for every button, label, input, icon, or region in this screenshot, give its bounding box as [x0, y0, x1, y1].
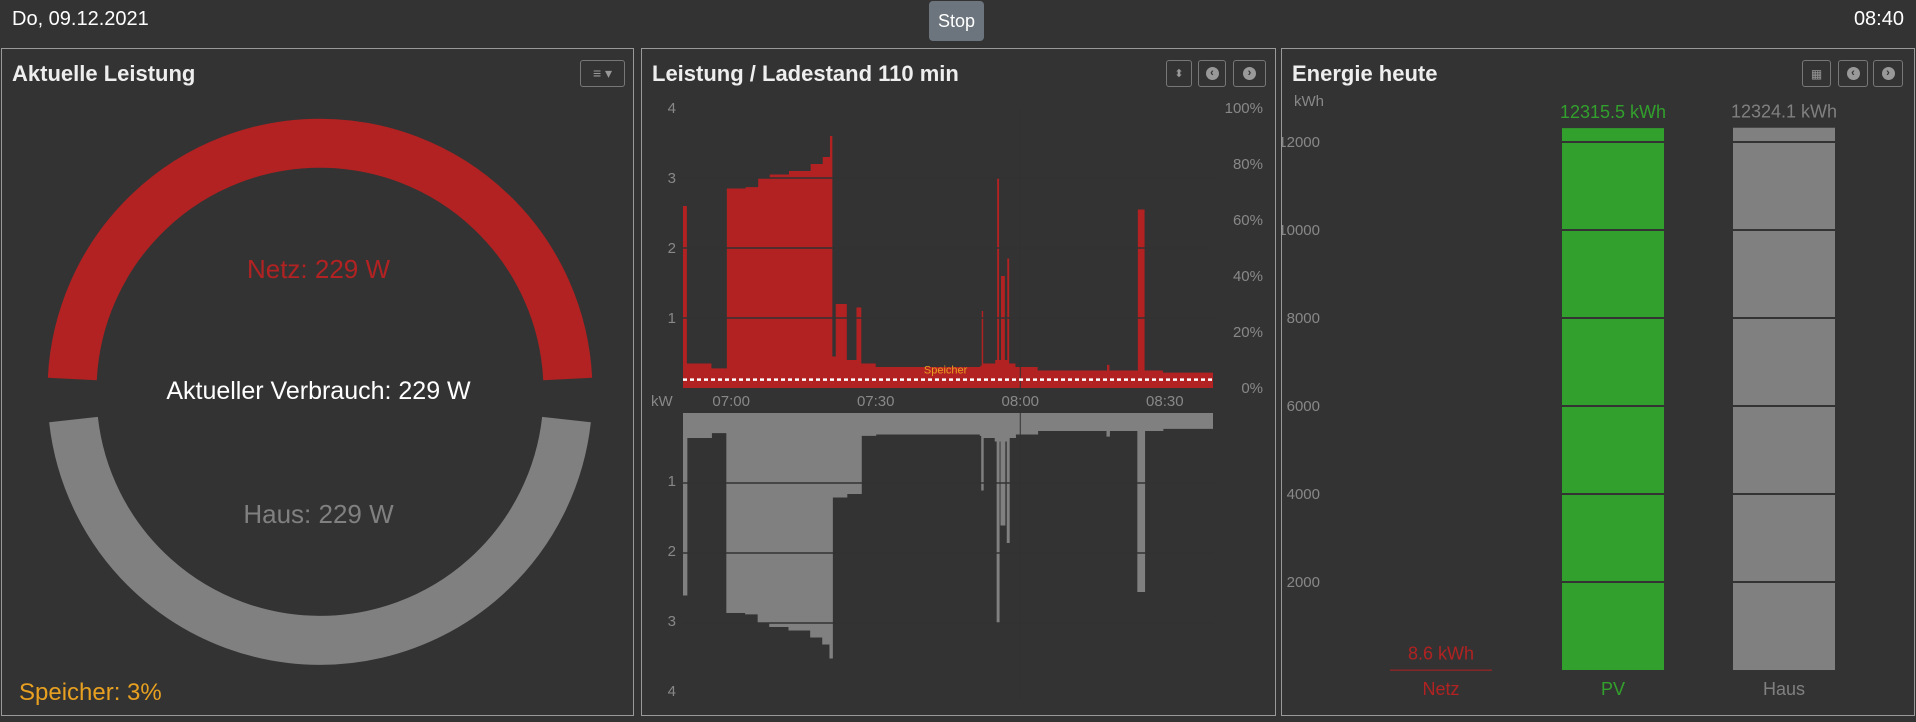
bar-value-label: 12315.5 kWh — [1560, 102, 1666, 122]
haus-area — [683, 413, 1213, 658]
x-tick-label: 08:00 — [1001, 393, 1039, 410]
x-tick-label: 07:00 — [712, 393, 750, 410]
y-tick-label: 2 — [668, 543, 676, 560]
y-tick-label: 4 — [668, 683, 676, 700]
x-tick-label: 07:30 — [857, 393, 895, 410]
speicher-series-label: Speicher — [924, 365, 968, 377]
y2-tick-label: 80% — [1233, 156, 1263, 173]
y-tick-label: 6000 — [1287, 398, 1320, 415]
y-tick-label: 8000 — [1287, 310, 1320, 327]
y-tick-label: 10000 — [1282, 222, 1320, 239]
y-tick-label: 12000 — [1282, 134, 1320, 151]
x-tick-label: 08:30 — [1146, 393, 1184, 410]
y-tick-label: 4000 — [1287, 486, 1320, 503]
y2-tick-label: 60% — [1233, 212, 1263, 229]
y-tick-label: 1 — [668, 473, 676, 490]
category-label: Haus — [1763, 679, 1805, 699]
bar-value-label: 8.6 kWh — [1408, 644, 1474, 664]
bar-netz — [1390, 669, 1492, 671]
y2-tick-label: 100% — [1225, 100, 1263, 117]
y-tick-label: 2000 — [1287, 574, 1320, 591]
y2-tick-label: 20% — [1233, 324, 1263, 341]
y-tick-label: 1 — [668, 310, 676, 327]
y-tick-label: 2 — [668, 240, 676, 257]
y-tick-label: 3 — [668, 170, 676, 187]
bar-value-label: 12324.1 kWh — [1731, 102, 1837, 122]
category-label: PV — [1601, 679, 1625, 699]
category-label: Netz — [1422, 679, 1459, 699]
y2-tick-label: 40% — [1233, 268, 1263, 285]
bar-haus — [1733, 127, 1835, 670]
y-tick-label: 3 — [668, 613, 676, 630]
y2-tick-label: 0% — [1241, 380, 1263, 397]
energy-chart: kWh 8.6 kWh Netz 12315.5 kWh PV 12324.1 kWh Ha… — [1282, 93, 1837, 699]
netz-area — [683, 136, 1213, 388]
bar-pv — [1562, 128, 1664, 671]
energy-today-panel: Energie heute ▦ ‹ › kWh 8.6 kWh Netz 12315.… — [1281, 48, 1915, 716]
y-unit-label: kWh — [1294, 93, 1324, 110]
y-tick-label: 4 — [668, 100, 676, 117]
y-unit-label: kW — [651, 393, 674, 410]
